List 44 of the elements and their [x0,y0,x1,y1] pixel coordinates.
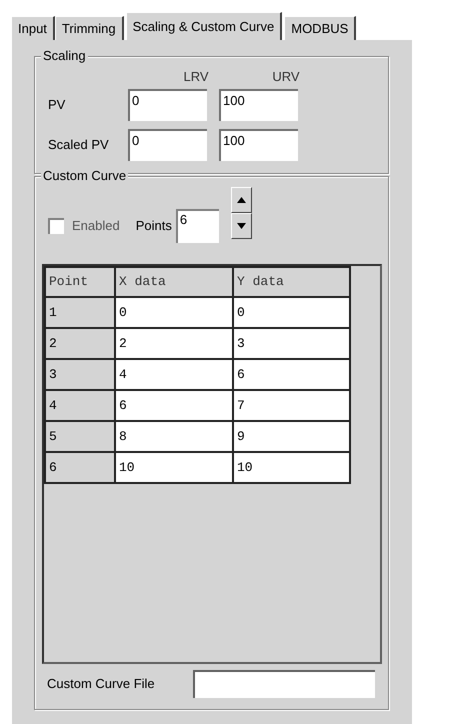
spin-down-button[interactable] [230,213,252,239]
column-label: URV [271,68,301,85]
column-header: Point [45,267,115,297]
row-header: 5 [45,421,115,452]
table-cell: 4 [115,359,233,390]
table-cell: 7 [233,390,350,421]
tab[interactable]: Input [11,16,55,40]
table-cell: 6 [115,390,233,421]
table-cell: 9 [233,421,350,452]
spin-up-button[interactable] [230,187,252,213]
input-field[interactable]: 0 [128,129,207,161]
tab[interactable]: MODBUS [284,16,356,40]
file-label: Custom Curve File [47,675,156,694]
table-cell: 0 [115,297,233,328]
table-cell: 10 [233,452,350,483]
down-arrow-icon [236,223,246,229]
points-label: Points [136,217,172,236]
row-header: 4 [45,390,115,421]
table-cell: 3 [233,328,350,359]
up-arrow-icon [236,197,246,203]
table-cell: 0 [233,297,350,328]
row-label: Scaled PV [47,136,110,154]
table-cell: 10 [115,452,233,483]
column-header: Y data [233,267,350,297]
table-cell: 8 [115,421,233,452]
enabled-checkbox[interactable] [48,218,64,234]
column-header: X data [115,267,233,297]
column-label: LRV [182,68,210,85]
input-field[interactable]: 100 [219,89,298,121]
checkbox-label: Enabled [72,217,120,236]
tab[interactable]: Scaling & Custom Curve [126,12,282,40]
group-title: Scaling [41,48,88,64]
input-field[interactable]: 100 [219,129,298,161]
file-field[interactable] [193,670,375,698]
table-cell: 6 [233,359,350,390]
table-cell: 2 [115,328,233,359]
row-header: 2 [45,328,115,359]
row-header: 1 [45,297,115,328]
row-header: 3 [45,359,115,390]
row-label: PV [47,96,66,114]
points-field[interactable]: 6 [176,209,219,243]
tab[interactable]: Trimming [54,16,124,40]
row-header: 6 [45,452,115,483]
input-field[interactable]: 0 [128,89,207,121]
